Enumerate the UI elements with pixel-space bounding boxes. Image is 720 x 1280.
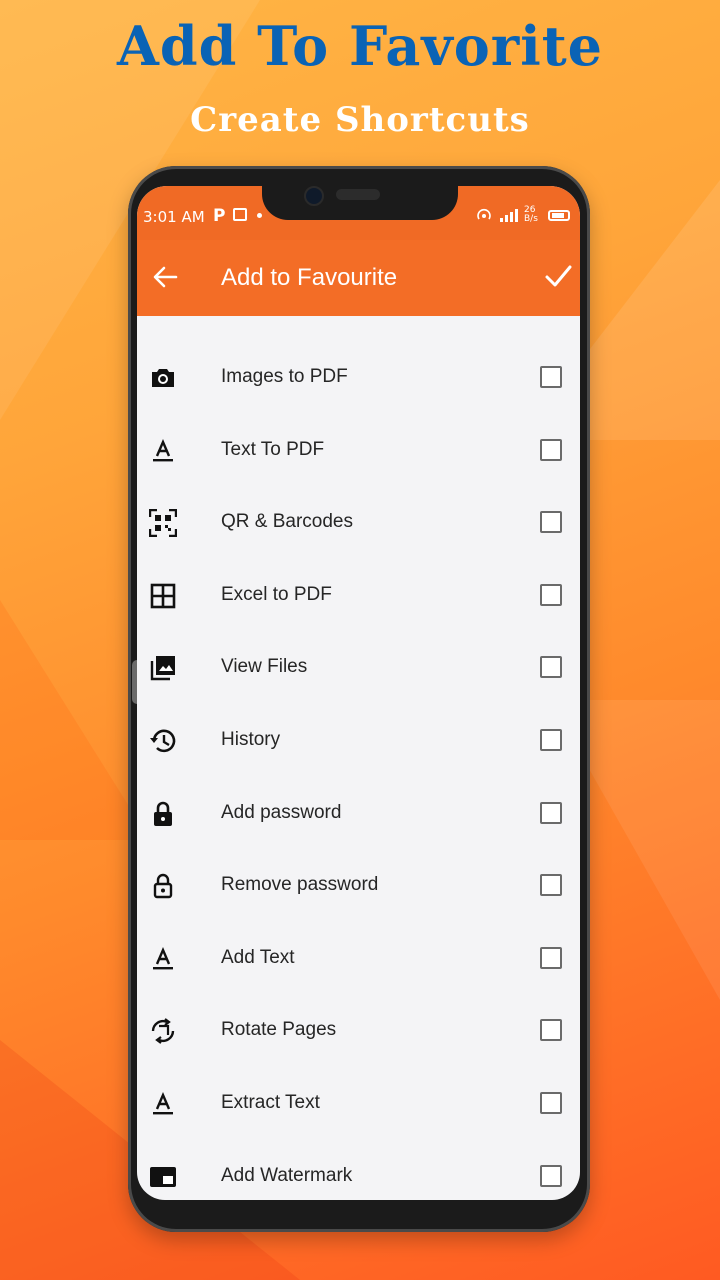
list-item-label: Add password — [221, 801, 342, 823]
favourite-checkbox[interactable] — [540, 583, 562, 606]
favourite-checkbox[interactable] — [540, 656, 562, 679]
favourite-checkbox[interactable] — [540, 801, 562, 824]
grid-icon — [150, 583, 176, 609]
list-item-label: QR & Barcodes — [221, 511, 353, 533]
favourite-checkbox[interactable] — [540, 874, 562, 897]
check-icon[interactable] — [542, 260, 574, 292]
promo-subheadline: Create Shortcuts — [190, 100, 530, 140]
list-item[interactable]: Add Text — [137, 923, 580, 996]
favourite-checkbox[interactable] — [540, 728, 562, 751]
app-bar: Add to Favourite — [137, 240, 580, 316]
list-item-label: Excel to PDF — [221, 583, 332, 605]
hotspot-icon — [477, 208, 491, 220]
list-item-label: Add Text — [221, 946, 295, 968]
text-format-icon — [153, 1091, 173, 1115]
status-time: 3:01 AM — [143, 208, 205, 226]
list-item[interactable]: History — [137, 705, 580, 778]
lock-icon — [154, 801, 172, 826]
status-speed: 26 B/s — [524, 205, 538, 224]
favourite-list: Images to PDF Text To PDF QR & Barcodes — [137, 342, 580, 1200]
promo-headline: Add To Favorite — [116, 14, 604, 78]
qr-scan-icon — [149, 509, 177, 538]
list-item-label: History — [221, 728, 281, 750]
arrow-left-icon[interactable] — [151, 262, 179, 292]
list-item[interactable]: Images to PDF — [137, 342, 580, 415]
list-item-label: View Files — [221, 656, 308, 678]
list-item[interactable]: Add password — [137, 778, 580, 851]
list-item-label: Images to PDF — [221, 366, 348, 387]
page-title: Add to Favourite — [221, 264, 398, 291]
battery-icon — [548, 209, 570, 221]
list-item[interactable]: QR & Barcodes — [137, 487, 580, 560]
camera-icon — [152, 369, 174, 387]
signal-icon — [500, 209, 518, 222]
favourite-checkbox[interactable] — [540, 1091, 562, 1114]
list-item[interactable]: Extract Text — [137, 1068, 580, 1141]
favourite-checkbox[interactable] — [540, 1019, 562, 1042]
list-item-label: Text To PDF — [221, 438, 325, 460]
rotate-icon — [151, 1018, 175, 1045]
list-item[interactable]: View Files — [137, 632, 580, 705]
list-item-label: Remove password — [221, 874, 379, 896]
status-indicator: P — [213, 206, 226, 226]
list-item-label: Extract Text — [221, 1091, 320, 1113]
front-camera — [304, 186, 324, 206]
watermark-icon — [150, 1166, 176, 1187]
list-item[interactable]: Remove password — [137, 850, 580, 923]
image-library-icon — [150, 656, 175, 681]
text-format-icon — [153, 438, 173, 461]
earpiece-speaker — [336, 189, 380, 200]
favourite-checkbox[interactable] — [540, 438, 562, 461]
list-item[interactable]: Text To PDF — [137, 415, 580, 488]
phone-screen: 3:01 AM P 26 B/s Add to Favourite Images… — [137, 186, 580, 1200]
favourite-checkbox[interactable] — [540, 511, 562, 534]
favourite-checkbox[interactable] — [540, 366, 562, 388]
list-item-label: Rotate Pages — [221, 1019, 337, 1041]
unlock-icon — [153, 874, 173, 899]
history-icon — [150, 729, 176, 753]
list-item[interactable]: Excel to PDF — [137, 560, 580, 633]
image-icon — [233, 208, 247, 221]
favourite-checkbox[interactable] — [540, 946, 562, 969]
list-item[interactable]: Rotate Pages — [137, 995, 580, 1068]
dot-icon — [257, 213, 262, 218]
list-item-label: Add Watermark — [221, 1164, 353, 1186]
status-right: 26 B/s — [476, 206, 570, 224]
favourite-checkbox[interactable] — [540, 1164, 562, 1187]
text-format-icon — [153, 946, 173, 970]
list-item[interactable]: Add Watermark — [137, 1141, 580, 1200]
